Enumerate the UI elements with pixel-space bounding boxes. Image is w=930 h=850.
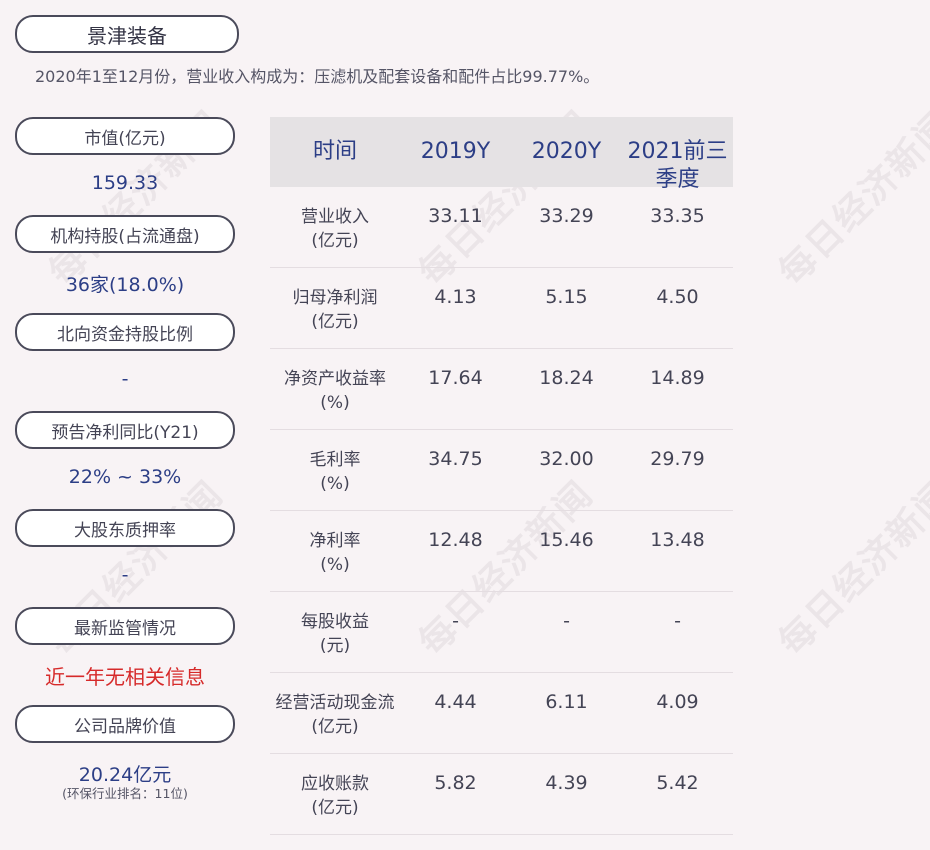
table-cell: 5.42 [656,772,699,794]
table-row: 毛利率 (%) 34.75 32.00 29.79 [270,430,733,511]
metric-value-pledge-ratio: - [121,564,129,586]
metric-label-brand-value: 公司品牌价值 [15,705,235,743]
row-label: 归母净利润 (亿元) [270,286,400,334]
row-label-unit: (%) [320,555,350,575]
table-header: 时间 2019Y 2020Y 2021前三季度 [270,117,733,192]
table-cell: 14.89 [650,367,705,389]
metric-value-profit-forecast: 22% ~ 33% [68,466,182,488]
table-row: 每股收益 (元) - - - [270,592,733,673]
table-row: 营业收入 (亿元) 33.11 33.29 33.35 [270,187,733,268]
table-cell: - [452,610,459,632]
row-label-name: 毛利率 [309,450,361,470]
row-label-unit: (亿元) [311,312,359,332]
table-cell: 12.48 [428,529,483,551]
table-cell: 34.75 [428,448,483,470]
row-label-name: 净资产收益率 [284,369,386,389]
row-label: 营业收入 (亿元) [270,205,400,253]
metric-label-institutional-holdings: 机构持股(占流通盘) [15,215,235,253]
row-label: 经营活动现金流 (亿元) [270,691,400,739]
metric-note-brand-rank: (环保行业排名：11位) [62,786,188,801]
table-cell: 33.11 [428,205,483,227]
row-label-unit: (亿元) [311,798,359,818]
metric-value-institutional-holdings: 36家(18.0%) [65,274,185,296]
table-cell: 13.48 [650,529,705,551]
row-label-name: 应收账款 [301,774,369,794]
metric-label-regulation: 最新监管情况 [15,607,235,645]
table-cell: 4.39 [545,772,588,794]
row-label: 净利率 (%) [270,529,400,577]
table-row: 应收账款 (亿元) 5.82 4.39 5.42 [270,754,733,835]
table-row: 经营活动现金流 (亿元) 4.44 6.11 4.09 [270,673,733,754]
row-label-unit: (%) [320,393,350,413]
metric-label-market-cap: 市值(亿元) [15,117,235,155]
row-label-unit: (元) [319,636,351,656]
row-label: 毛利率 (%) [270,448,400,496]
row-label: 应收账款 (亿元) [270,772,400,820]
table-body: 营业收入 (亿元) 33.11 33.29 33.35 归母净利润 (亿元) 4.13 5.15… [270,187,733,835]
table-cell: 5.82 [434,772,477,794]
table-row: 归母净利润 (亿元) 4.13 5.15 4.50 [270,268,733,349]
row-label-name: 归母净利润 [292,288,378,308]
watermark: 每日经济新闻 [771,103,930,294]
row-label: 净资产收益率 (%) [270,367,400,415]
row-label-unit: (亿元) [311,231,359,251]
company-name: 景津装备 [15,15,239,53]
table-cell: - [674,610,681,632]
metric-value-market-cap: 159.33 [91,172,159,194]
table-cell: 33.35 [650,205,705,227]
row-label-name: 每股收益 [301,612,369,632]
revenue-summary: 2020年1至12月份，营业收入构成为：压滤机及配套设备和配件占比99.77%。 [35,67,600,86]
metric-label-pledge-ratio: 大股东质押率 [15,509,235,547]
row-label-name: 营业收入 [301,207,369,227]
table-cell: 17.64 [428,367,483,389]
table-cell: 4.44 [434,691,477,713]
table-row: 净资产收益率 (%) 17.64 18.24 14.89 [270,349,733,430]
table-cell: 18.24 [539,367,594,389]
table-cell: 15.46 [539,529,594,551]
row-label-name: 经营活动现金流 [275,693,395,713]
table-cell: 4.09 [656,691,699,713]
table-cell: 32.00 [539,448,594,470]
table-cell: - [563,610,570,632]
table-cell: 5.15 [545,286,588,308]
row-label: 每股收益 (元) [270,610,400,658]
row-label-name: 净利率 [309,531,361,551]
metric-label-northbound: 北向资金持股比例 [15,313,235,351]
financial-table: 时间 2019Y 2020Y 2021前三季度 营业收入 (亿元) 33.11 33.… [270,117,733,835]
table-row: 净利率 (%) 12.48 15.46 13.48 [270,511,733,592]
metric-value-regulation: 近一年无相关信息 [45,665,205,689]
table-cell: 4.50 [656,286,699,308]
row-label-unit: (%) [320,474,350,494]
watermark: 每日经济新闻 [771,473,930,664]
table-cell: 6.11 [545,691,588,713]
row-label-unit: (亿元) [311,717,359,737]
table-cell: 4.13 [434,286,477,308]
metric-label-profit-forecast: 预告净利同比(Y21) [15,411,235,449]
table-cell: 33.29 [539,205,594,227]
table-cell: 29.79 [650,448,705,470]
metric-value-northbound: - [121,368,129,390]
